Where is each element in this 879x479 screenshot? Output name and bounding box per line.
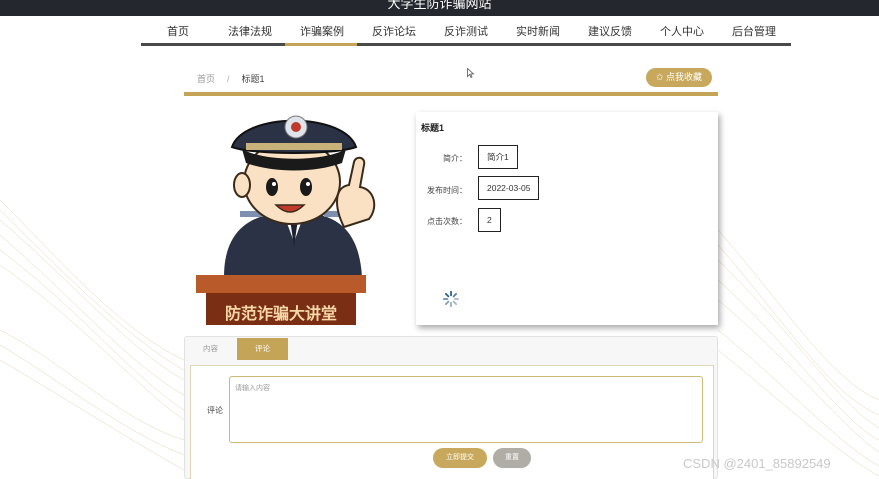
breadcrumb-current: 标题1 [241, 74, 265, 84]
gold-divider [184, 92, 718, 96]
nav-item-news[interactable]: 实时新闻 [501, 22, 575, 46]
breadcrumb-home-link[interactable]: 首页 [197, 74, 215, 84]
reset-button[interactable]: 重置 [493, 448, 531, 468]
summary-value: 简介1 [478, 145, 518, 169]
csdn-watermark: CSDN @2401_85892549 [683, 456, 831, 471]
site-title: 大学生防诈骗网站 [387, 0, 492, 11]
publish-time-label: 发布时间： [427, 186, 467, 195]
nav-item-feedback[interactable]: 建议反馈 [573, 22, 647, 46]
nav-item-laws[interactable]: 法律法规 [213, 22, 287, 46]
nav-item-quiz[interactable]: 反诈测试 [429, 22, 503, 46]
tab-comment[interactable]: 评论 [237, 338, 288, 360]
case-title: 标题1 [421, 123, 445, 133]
comment-textarea[interactable]: 请输入内容 [229, 376, 703, 443]
police-cartoon-illustration: 防范诈骗大讲堂 [184, 107, 402, 325]
comment-form: 评论 请输入内容 立即提交 重置 [190, 365, 714, 479]
case-detail-card: 标题1 简介： 简介1 发布时间： 2022-03-05 点击次数： 2 [416, 112, 718, 325]
poster-banner-text: 防范诈骗大讲堂 [225, 304, 337, 323]
favorite-button[interactable]: ✩ 点我收藏 [646, 68, 712, 87]
comment-label: 评论 [207, 406, 223, 415]
breadcrumb: 首页 / 标题1 [197, 72, 265, 85]
summary-label: 简介： [443, 154, 467, 163]
nav-item-admin[interactable]: 后台管理 [717, 22, 791, 46]
case-poster-image: 防范诈骗大讲堂 [184, 107, 402, 325]
nav-item-personal-center[interactable]: 个人中心 [645, 22, 719, 46]
mouse-cursor-icon [467, 68, 475, 78]
publish-time-value: 2022-03-05 [478, 176, 540, 200]
breadcrumb-separator: / [227, 74, 230, 84]
tab-content[interactable]: 内容 [185, 338, 236, 360]
content-comment-tabs: 内容 评论 评论 请输入内容 立即提交 重置 [184, 336, 718, 479]
submit-button[interactable]: 立即提交 [433, 448, 487, 468]
top-header-bar: 大学生防诈骗网站 [0, 0, 879, 16]
loading-spinner-icon [442, 290, 460, 308]
main-navigation: 首页 法律法规 诈骗案例 反诈论坛 反诈测试 实时新闻 建议反馈 个人中心 后台… [141, 22, 791, 48]
click-count-value: 2 [478, 208, 501, 232]
click-count-label: 点击次数： [427, 217, 467, 226]
nav-item-fraud-cases[interactable]: 诈骗案例 [285, 22, 359, 46]
nav-item-home[interactable]: 首页 [141, 22, 215, 46]
nav-item-forum[interactable]: 反诈论坛 [357, 22, 431, 46]
